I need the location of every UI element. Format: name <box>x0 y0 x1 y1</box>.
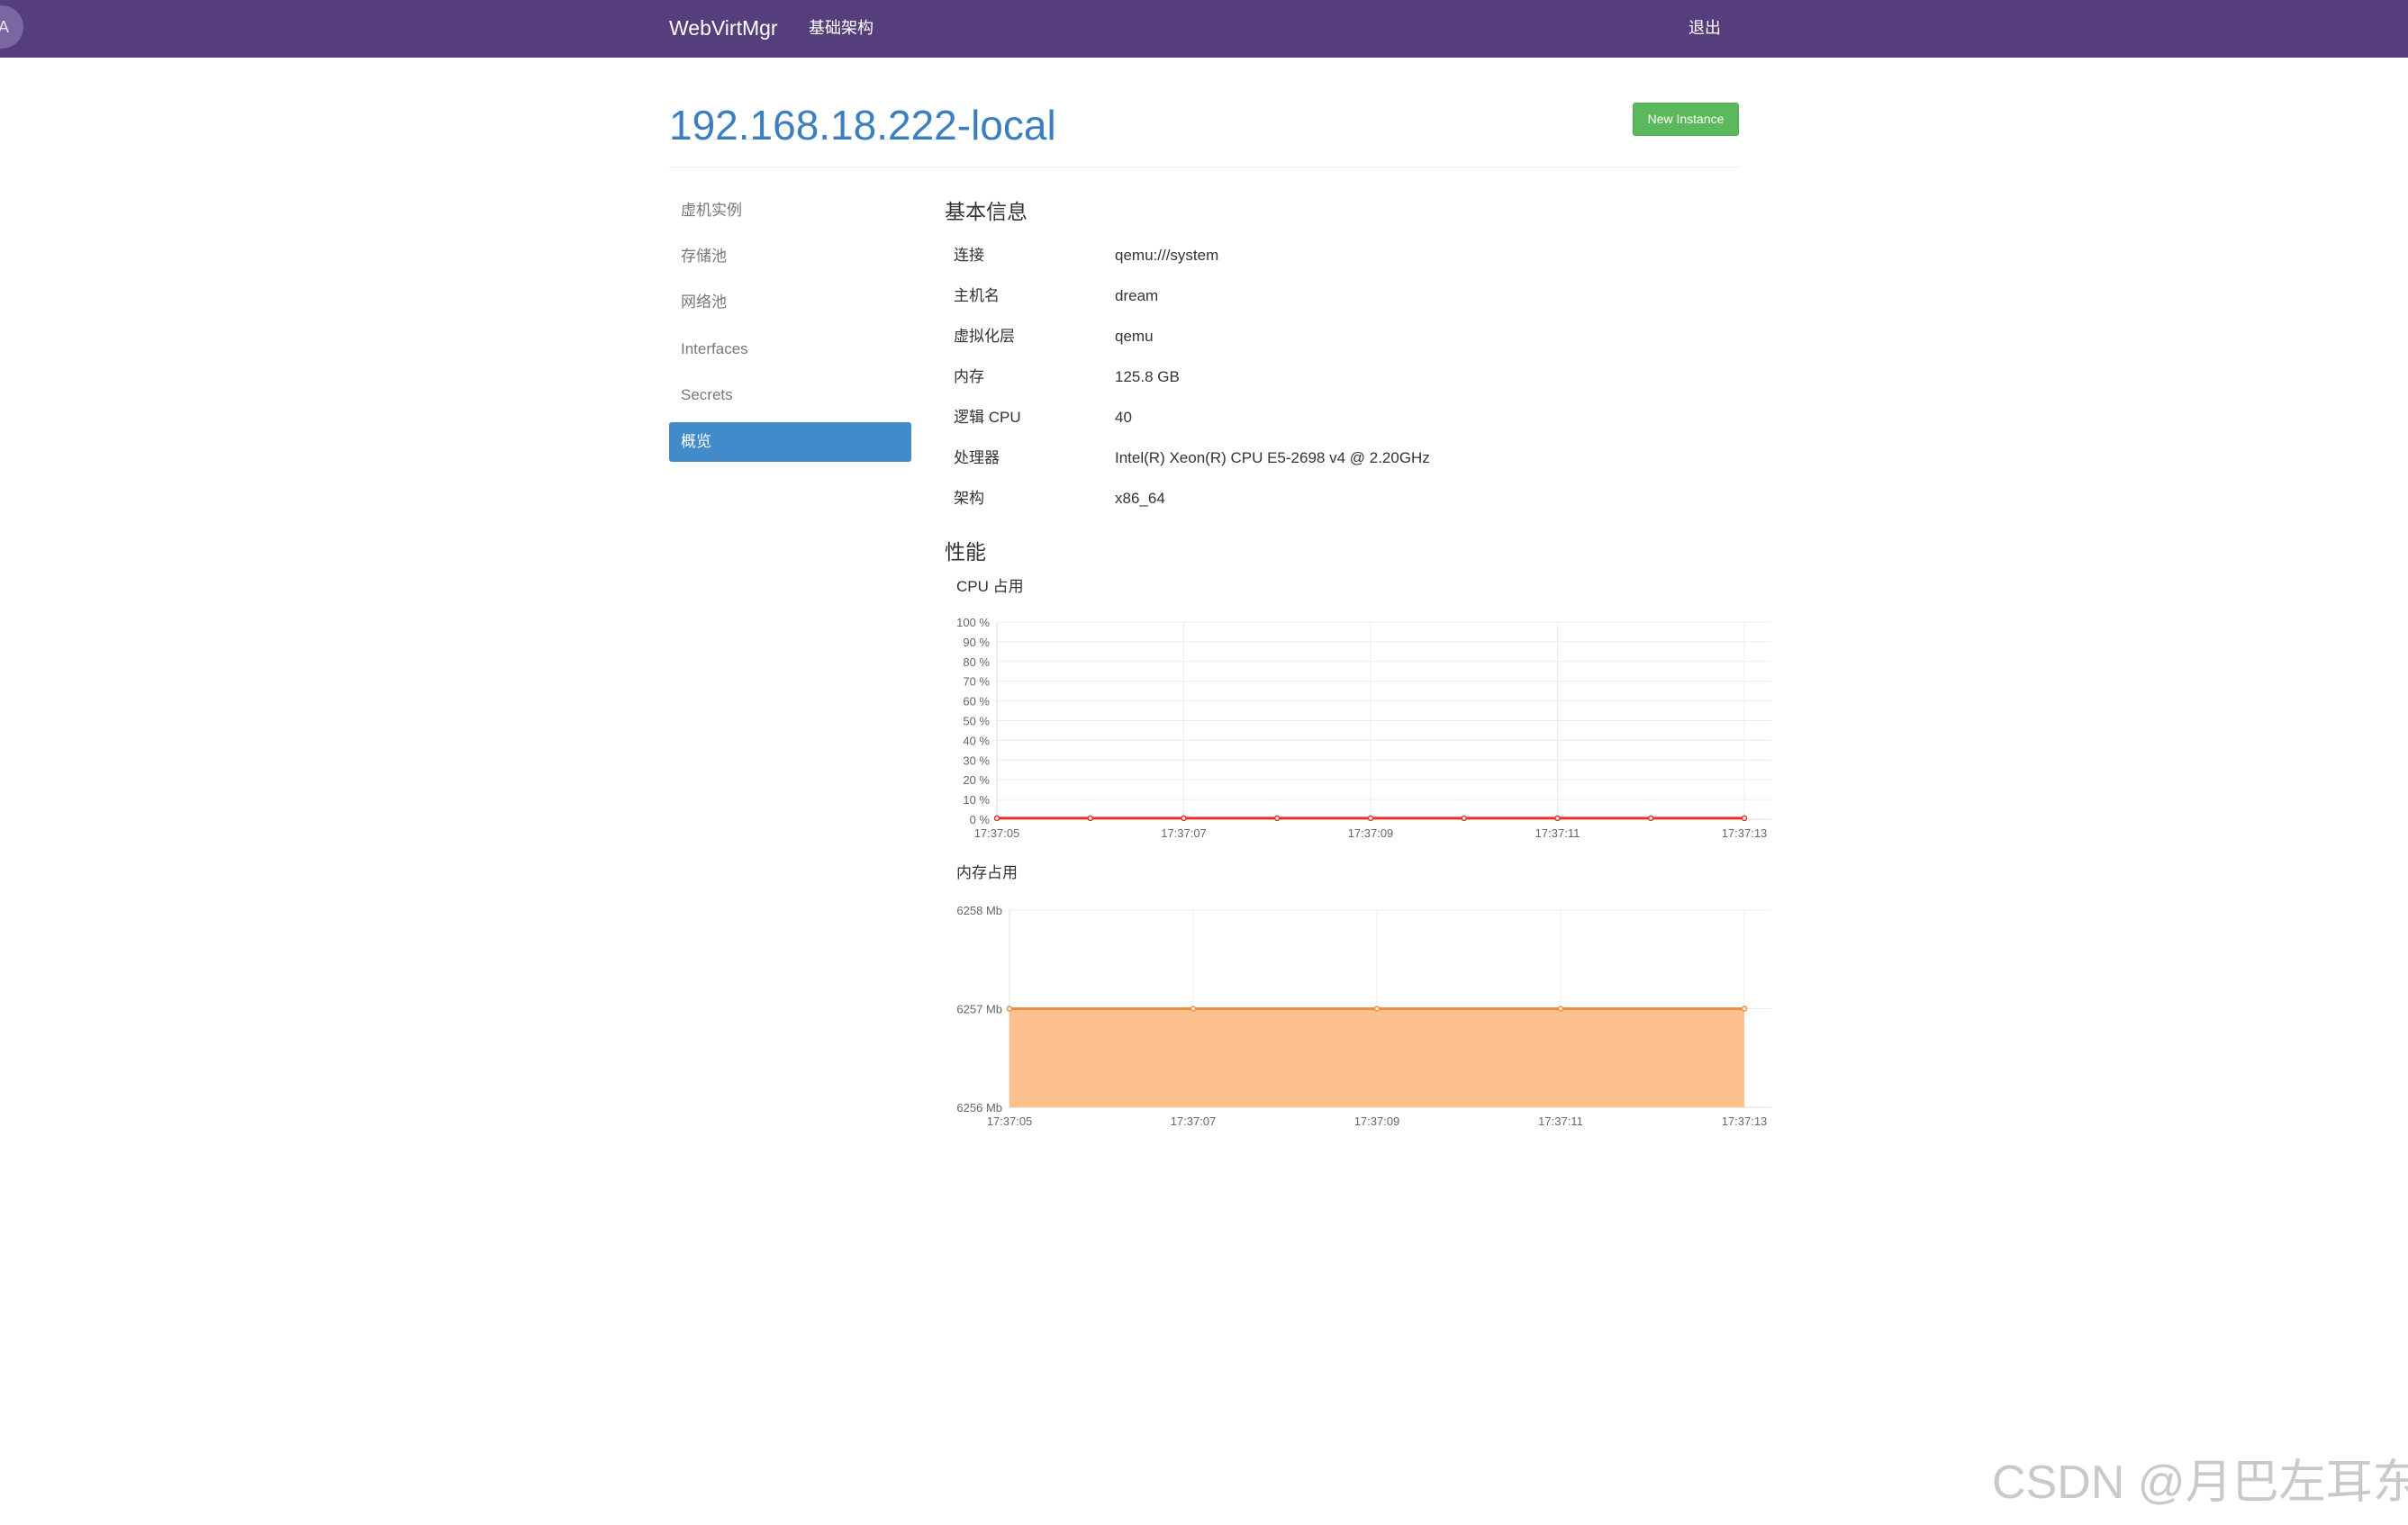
x-tick-label: 17:37:11 <box>1538 1114 1583 1128</box>
x-tick-label: 17:37:07 <box>1161 826 1207 840</box>
info-label-hypervisor: 虚拟化层 <box>954 328 1015 345</box>
cpu-data-point <box>1554 815 1561 822</box>
y-tick-label: 0 % <box>970 813 991 826</box>
cpu-data-point <box>1367 815 1374 822</box>
y-tick-label: 6256 Mb <box>956 1101 1002 1114</box>
basic-info-heading: 基本信息 <box>945 200 1027 223</box>
sidebar-item-secrets[interactable]: Secrets <box>669 375 911 415</box>
x-tick-label: 17:37:05 <box>974 826 1020 840</box>
info-label-arch: 架构 <box>954 490 984 507</box>
y-tick-label: 6257 Mb <box>956 1003 1002 1016</box>
info-label-processor: 处理器 <box>954 449 1000 466</box>
cpu-data-point <box>1461 815 1467 822</box>
cpu-data-point <box>993 815 1000 822</box>
cpu-chart-title: CPU 占用 <box>956 578 1024 595</box>
y-tick-label: 90 % <box>963 636 990 649</box>
memory-data-point <box>1190 1006 1197 1012</box>
y-tick-label: 60 % <box>963 695 990 708</box>
cpu-data-point <box>1648 815 1654 822</box>
info-value-logical-cpu: 40 <box>1115 409 1132 426</box>
memory-chart-title: 内存占用 <box>956 864 1018 881</box>
x-tick-label: 17:37:11 <box>1535 826 1580 840</box>
sidebar-item-instances[interactable]: 虚机实例 <box>669 191 911 230</box>
cpu-data-point <box>1741 815 1748 822</box>
nav-infrastructure-link[interactable]: 基础架构 <box>809 13 874 43</box>
memory-data-point <box>1557 1006 1564 1012</box>
top-navbar: A WebVirtMgr 基础架构 退出 <box>0 0 2408 58</box>
info-value-hostname: dream <box>1115 287 1159 304</box>
y-tick-label: 10 % <box>963 793 990 807</box>
cpu-usage-chart: 0 % 10 % 20 % 30 % 40 % 50 % 60 % 70 % 80 % 90 % 1… <box>956 616 1771 840</box>
cpu-data-point <box>1181 815 1187 822</box>
info-value-memory: 125.8 GB <box>1115 368 1180 385</box>
sidebar-item-interfaces[interactable]: Interfaces <box>669 329 911 369</box>
new-instance-button[interactable]: New Instance <box>1633 103 1739 136</box>
watermark: CSDN @月巴左耳东 <box>1992 1457 2408 1509</box>
info-value-arch: x86_64 <box>1115 490 1165 507</box>
performance-heading: 性能 <box>945 540 986 564</box>
y-tick-label: 70 % <box>963 675 990 689</box>
y-tick-label: 100 % <box>956 616 990 629</box>
y-tick-label: 30 % <box>963 753 990 767</box>
sidebar-item-overview[interactable]: 概览 <box>669 422 911 462</box>
y-tick-label: 80 % <box>963 655 990 669</box>
memory-area-fill <box>1009 1008 1744 1107</box>
cpu-data-point <box>1274 815 1281 822</box>
page-title: 192.168.18.222-local <box>669 102 1056 149</box>
cpu-data-point <box>1087 815 1093 822</box>
y-tick-label: 50 % <box>963 715 990 728</box>
info-value-connection: qemu:///system <box>1115 247 1219 264</box>
x-tick-label: 17:37:13 <box>1722 1114 1768 1128</box>
y-tick-label: 20 % <box>963 773 990 787</box>
memory-data-point <box>1006 1006 1013 1012</box>
info-label-connection: 连接 <box>954 247 984 264</box>
y-tick-label: 6258 Mb <box>956 904 1002 917</box>
sidebar-item-networks[interactable]: 网络池 <box>669 283 911 322</box>
x-tick-label: 17:37:13 <box>1722 826 1768 840</box>
y-tick-label: 40 % <box>963 734 990 747</box>
info-label-hostname: 主机名 <box>954 287 1000 304</box>
memory-data-point <box>1741 1006 1748 1012</box>
avatar[interactable]: A <box>0 5 23 49</box>
x-tick-label: 17:37:07 <box>1171 1114 1217 1128</box>
brand-link[interactable]: WebVirtMgr <box>669 13 778 43</box>
logout-link[interactable]: 退出 <box>1688 13 1721 43</box>
memory-usage-chart: 6256 Mb 6257 Mb 6258 Mb 17:37:05 17:37:07 17:… <box>956 904 1771 1128</box>
x-tick-label: 17:37:09 <box>1354 1114 1400 1128</box>
info-value-hypervisor: qemu <box>1115 328 1154 345</box>
memory-data-point <box>1373 1006 1381 1012</box>
sidebar-item-storage[interactable]: 存储池 <box>669 237 911 276</box>
x-tick-label: 17:37:05 <box>987 1114 1033 1128</box>
info-label-logical-cpu: 逻辑 CPU <box>954 409 1021 426</box>
info-value-processor: Intel(R) Xeon(R) CPU E5-2698 v4 @ 2.20GH… <box>1115 449 1430 466</box>
x-tick-label: 17:37:09 <box>1348 826 1394 840</box>
info-label-memory: 内存 <box>954 368 984 385</box>
